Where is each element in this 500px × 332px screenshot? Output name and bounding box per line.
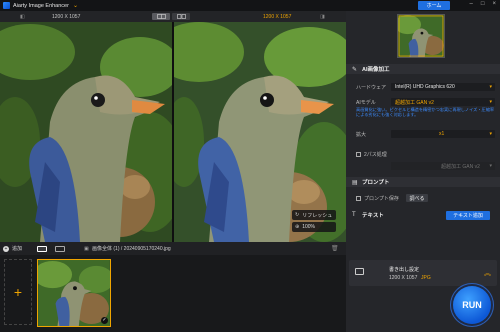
grid-view-icon[interactable] [37,245,47,252]
enhanced-preview [174,22,346,242]
add-label[interactable]: 追加 [12,245,22,252]
export-settings[interactable]: 書き出し設定 1200 X 1057 JPG ︽ [349,260,497,286]
check-icon: ✓ [101,317,108,324]
scale-select[interactable]: x1 ▾ [391,130,495,138]
chevron-down-icon[interactable]: ⌄ [73,2,78,9]
title-bar: Aiarty Image Enhancer ⌄ ホーム – □ × [0,0,500,11]
navigator-thumbnail[interactable] [397,14,445,58]
split-view-icon [156,14,166,19]
prompt-save-checkbox[interactable] [356,195,361,201]
two-pass-model-select[interactable]: 超越加工 GAN v2 ▾ [391,162,495,170]
settings-panel: ✎ AI画像加工 ハードウェア Intel(R) UHD Graphics 62… [346,11,500,332]
original-size: 1200 X 1057 [52,13,81,20]
two-pass-row: 2パス処理 [346,149,500,159]
text-title: テキスト [362,213,384,219]
app-logo-icon [3,2,10,9]
close-icon[interactable]: × [492,1,496,7]
bird-photo-enhanced [174,22,346,242]
navigator-image [398,15,444,57]
image-path: 画像全体 (1) / 20240905170240.jpg [92,246,171,252]
prompt-section-header[interactable]: ▤ プロンプト [346,177,500,187]
ai-model-label: AIモデル [356,99,376,106]
bird-thumbnail-image [38,260,110,326]
add-text-button[interactable]: テキスト追加 [446,211,490,220]
ai-model-row: AIモデル 超越加工 GAN v2 ▾ [346,97,500,107]
export-format: JPG [421,275,431,281]
ai-model-select[interactable]: 超越加工 GAN v2 ▾ [391,98,495,106]
zoom-icon: ⊕ [295,224,300,230]
zoom-label: 100% [302,224,315,230]
view-mode-toggle [152,13,190,20]
original-preview [0,22,172,242]
refresh-label: リフレッシュ [302,212,333,219]
chevron-down-icon: ▾ [489,84,492,90]
export-title: 書き出し設定 [389,267,420,273]
ai-model-description: 高画質化に強い。ピクセルと構造を精密かつ忠実に再現しノイズ・圧縮率による劣化にも… [356,107,495,117]
two-pass-model-row: 超越加工 GAN v2 ▾ [346,161,500,171]
image-toolbar: ◧ 1200 X 1057 1200 X 1057 ◨ [0,11,346,22]
hardware-value: Intel(R) UHD Graphics 620 [395,84,455,90]
hardware-label: ハードウェア [356,84,387,91]
ai-enhance-section-header[interactable]: ✎ AI画像加工 [346,64,500,74]
list-view-icon[interactable] [55,245,65,252]
image-thumbnail[interactable]: ✓ [37,259,111,327]
window-controls: – □ × [470,1,496,7]
thumbnail-view-toggle [37,245,65,252]
compare-right-icon[interactable]: ◨ [320,14,325,20]
ai-enhance-icon: ✎ [352,66,358,73]
prompt-title: プロンプト [362,180,390,186]
minimize-icon[interactable]: – [470,1,473,7]
zoom-control[interactable]: ⊕ 100% [292,222,336,232]
output-size: 1200 X 1057 [263,13,292,20]
app-title: Aiarty Image Enhancer [13,2,69,9]
preview-float-tools: ↻ リフレッシュ ⊕ 100% [292,210,336,232]
preview-area[interactable]: ↻ リフレッシュ ⊕ 100% [0,22,346,242]
chevron-down-icon: ▾ [489,99,492,105]
two-pass-checkbox[interactable] [356,151,361,157]
app-window: Aiarty Image Enhancer ⌄ ホーム – □ × ◧ 1200… [0,0,500,332]
export-monitor-icon [355,268,364,275]
prompt-browse-button[interactable]: 調べる [406,194,428,202]
prompt-icon: ▤ [352,179,358,186]
thumbnail-toolbar: + 追加 ▣ 画像全体 (1) / 20240905170240.jpg 🗑 [0,242,346,255]
two-pass-model-value: 超越加工 GAN v2 [441,163,480,170]
side-by-side-view-button[interactable] [172,13,190,20]
refresh-button[interactable]: ↻ リフレッシュ [292,210,336,220]
text-icon: T [352,212,356,218]
add-image-tile[interactable]: + [4,259,32,325]
image-file-icon: ▣ [84,245,89,252]
maximize-icon[interactable]: □ [481,1,485,7]
two-pass-label: 2パス処理 [364,151,387,158]
compare-left-icon[interactable]: ◧ [20,14,25,20]
home-button[interactable]: ホーム [418,1,450,10]
export-size: 1200 X 1057 [389,275,418,281]
trash-icon[interactable]: 🗑 [331,245,339,252]
thumbnail-strip: + ✓ [0,255,346,332]
split-view-button[interactable] [152,13,170,20]
hardware-row: ハードウェア Intel(R) UHD Graphics 620 ▾ [346,82,500,92]
scale-value: x1 [439,131,445,137]
chevron-up-icon[interactable]: ︽ [484,268,491,278]
bird-photo-original [0,22,172,242]
chevron-down-icon: ▾ [489,131,492,137]
refresh-icon: ↻ [295,212,300,218]
scale-label: 拡大 [356,131,367,138]
ai-enhance-title: AI画像加工 [362,67,390,73]
add-icon[interactable]: + [3,245,9,252]
side-by-side-icon [176,14,186,19]
chevron-down-icon: ▾ [489,163,492,169]
scale-row: 拡大 x1 ▾ [346,129,500,139]
run-button[interactable]: RUN [453,286,491,324]
ai-model-value: 超越加工 GAN v2 [395,99,434,106]
hardware-select[interactable]: Intel(R) UHD Graphics 620 ▾ [391,83,495,91]
prompt-save-label: プロンプト保存 [364,195,399,202]
